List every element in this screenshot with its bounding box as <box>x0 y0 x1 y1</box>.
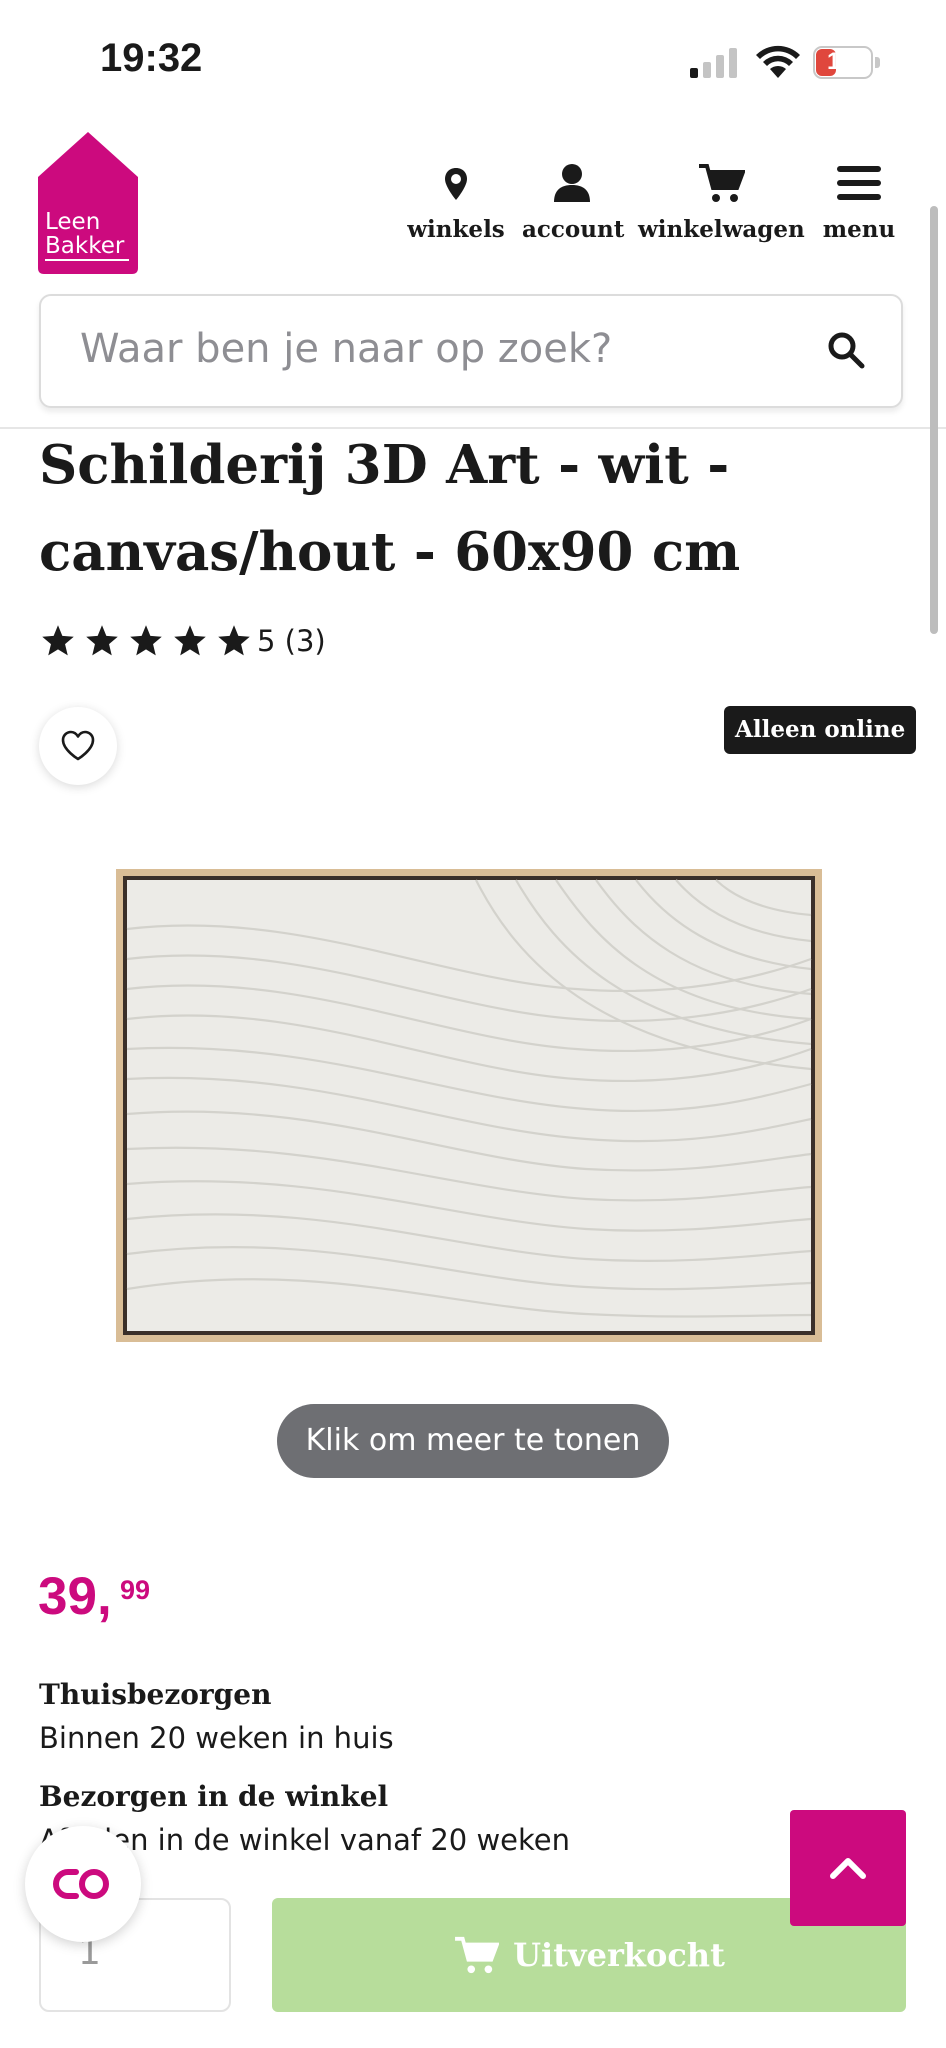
heart-icon <box>61 730 95 761</box>
favorite-button[interactable] <box>39 707 117 785</box>
cart-icon <box>455 1936 500 1974</box>
nav-menu[interactable]: menu <box>819 160 899 243</box>
scroll-to-top-button[interactable] <box>790 1810 906 1926</box>
hamburger-icon <box>837 166 881 200</box>
product-title: Schilderij 3D Art - wit - canvas/hout - … <box>39 422 859 596</box>
wifi-icon <box>756 45 800 78</box>
product-image[interactable] <box>116 869 822 1342</box>
star-icon <box>174 625 206 656</box>
delivery-home-text: Binnen 20 weken in huis <box>39 1721 394 1755</box>
title-line-1: Schilderij 3D Art - wit - <box>39 434 730 496</box>
search-icon[interactable] <box>826 330 866 370</box>
scrollbar[interactable] <box>930 206 938 634</box>
leen-bakker-logo[interactable]: Leen Bakker <box>38 132 138 274</box>
nav-account[interactable]: account <box>522 160 625 243</box>
online-only-badge: Alleen online <box>724 706 917 754</box>
price-main: 39, <box>38 1567 112 1626</box>
nav-label: account <box>522 216 625 243</box>
nav-label: winkels <box>407 216 505 243</box>
delivery-home-heading: Thuisbezorgen <box>39 1678 272 1711</box>
status-time: 19:32 <box>100 36 203 80</box>
signal-icon <box>690 48 737 78</box>
search-placeholder: Waar ben je naar op zoek? <box>80 326 613 372</box>
chat-icon <box>53 1869 109 1899</box>
star-icon <box>218 625 250 656</box>
show-more-button[interactable]: Klik om meer te tonen <box>277 1404 669 1478</box>
cart-icon <box>699 164 745 202</box>
map-pin-icon <box>445 168 467 200</box>
title-line-2: canvas/hout - 60x90 cm <box>39 521 741 583</box>
price-cents: 99 <box>120 1575 151 1605</box>
delivery-store-heading: Bezorgen in de winkel <box>39 1780 389 1813</box>
battery-level: 11 <box>827 48 853 75</box>
nav-label: winkelwagen <box>638 216 805 243</box>
chevron-up-icon <box>830 1858 866 1879</box>
rating-stars[interactable] <box>40 623 260 659</box>
sold-out-label: Uitverkocht <box>513 1936 725 1974</box>
nav-winkelwagen[interactable]: winkelwagen <box>638 160 805 243</box>
chat-button[interactable] <box>25 1826 141 1942</box>
rating-text[interactable]: 5 (3) <box>257 624 326 658</box>
battery-icon: 11 <box>813 46 881 79</box>
nav-winkels[interactable]: winkels <box>404 160 508 243</box>
logo-text-line2: Bakker <box>45 233 125 259</box>
star-icon <box>130 625 162 656</box>
star-icon <box>42 625 74 656</box>
logo-text-line1: Leen <box>45 209 101 235</box>
user-icon <box>554 164 590 202</box>
star-icon <box>86 625 118 656</box>
nav-label: menu <box>822 216 896 243</box>
